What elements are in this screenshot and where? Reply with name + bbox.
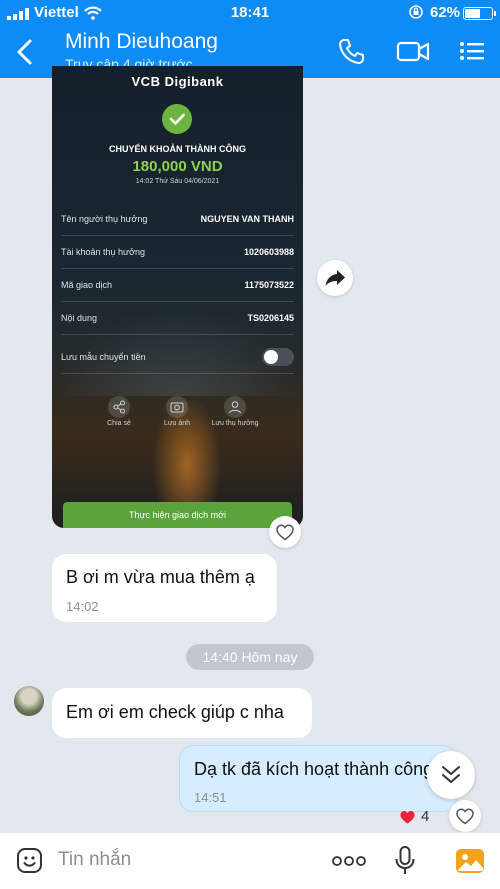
receipt-row: Mã giao dịch 1175073522 [61,269,294,302]
day-separator: 14:40 Hôm nay [186,644,314,670]
row-label: Nội dung [61,313,98,323]
menu-icon[interactable] [458,36,486,66]
message-bubble-outgoing[interactable]: Dạ tk đã kích hoạt thành công ạ 14:51 [179,745,457,812]
amount: 180,000 VND [132,158,223,175]
share-label: Chia sẻ [107,420,131,427]
reaction-count: 4 [421,808,430,825]
row-label: Tài khoản thụ hưởng [61,247,145,257]
back-icon[interactable] [12,36,40,68]
save-template-row: Lưu mẫu chuyển tiền [61,341,294,374]
row-value: 1175073522 [244,280,294,290]
heart-outline-icon [456,808,474,825]
battery-level [465,9,480,18]
heart-outline-icon [276,524,294,541]
message-text: Dạ tk đã kích hoạt thành công ạ [194,759,449,779]
forward-button[interactable] [317,260,353,296]
save-beneficiary-action: Lưu thụ hưởng [210,396,260,427]
message-bubble-incoming[interactable]: Em ơi em check giúp c nha [52,688,312,738]
row-value: 1020603988 [243,247,294,257]
more-icon[interactable] [332,851,366,871]
save-template-label: Lưu mẫu chuyển tiền [61,352,146,362]
message-text: B ơi m vừa mua thêm ạ [66,567,255,587]
row-value: TS0206145 [247,313,294,323]
save-template-toggle [262,348,294,366]
transfer-receipt-image[interactable]: VCB Digibank CHUYỂN KHOẢN THÀNH CÔNG 180… [52,66,303,528]
bank-logo: VCB Digibank [131,74,224,89]
clock: 18:41 [230,4,270,21]
photo-gallery-icon[interactable] [455,847,485,875]
heart-icon [400,811,415,824]
transaction-datetime: 14:02 Thứ Sáu 04/06/2021 [135,178,220,185]
message-input[interactable]: Tin nhắn [58,849,131,871]
camera-icon [166,396,188,418]
double-chevron-down-icon [442,766,460,783]
contact-name[interactable]: Minh Dieuhoang [65,30,218,54]
row-value: NGUYEN VAN THANH [200,214,294,224]
forward-icon [325,270,345,286]
message-time: 14:02 [66,599,99,614]
success-check-icon [162,104,192,134]
message-composer: Tin nhắn [0,832,500,889]
react-heart-button[interactable] [269,516,301,548]
share-icon [108,396,130,418]
receipt-row: Nội dung TS0206145 [61,302,294,335]
save-beneficiary-label: Lưu thụ hưởng [211,420,259,427]
save-image-label: Lưu ảnh [163,420,191,427]
receipt-row: Tên người thụ hưởng NGUYEN VAN THANH [61,203,294,236]
status-bar: Viettel 18:41 62% [0,4,500,22]
save-image-action: Lưu ảnh [152,396,202,427]
message-bubble-incoming[interactable]: B ơi m vừa mua thêm ạ 14:02 [52,554,277,622]
share-action: Chia sẻ [94,396,144,427]
rotation-lock-icon [409,5,423,19]
message-time: 14:51 [194,790,227,805]
new-transaction-button: Thực hiện giao dịch mới [63,502,292,528]
row-label: Tên người thụ hưởng [61,214,148,224]
battery-percent: 62% [430,4,461,21]
success-label: CHUYỂN KHOẢN THÀNH CÔNG [109,144,246,154]
receipt-row: Tài khoản thụ hưởng 1020603988 [61,236,294,269]
contact-avatar[interactable] [14,686,44,716]
scroll-to-bottom-button[interactable] [427,751,475,799]
message-text: Em ơi em check giúp c nha [66,702,284,722]
battery-icon [463,7,496,20]
video-call-icon[interactable] [396,36,430,66]
react-heart-button[interactable] [449,800,481,832]
person-icon [224,396,246,418]
phone-icon[interactable] [337,36,367,66]
row-label: Mã giao dịch [61,280,113,290]
microphone-icon[interactable] [394,845,416,877]
sticker-icon[interactable] [16,847,43,874]
